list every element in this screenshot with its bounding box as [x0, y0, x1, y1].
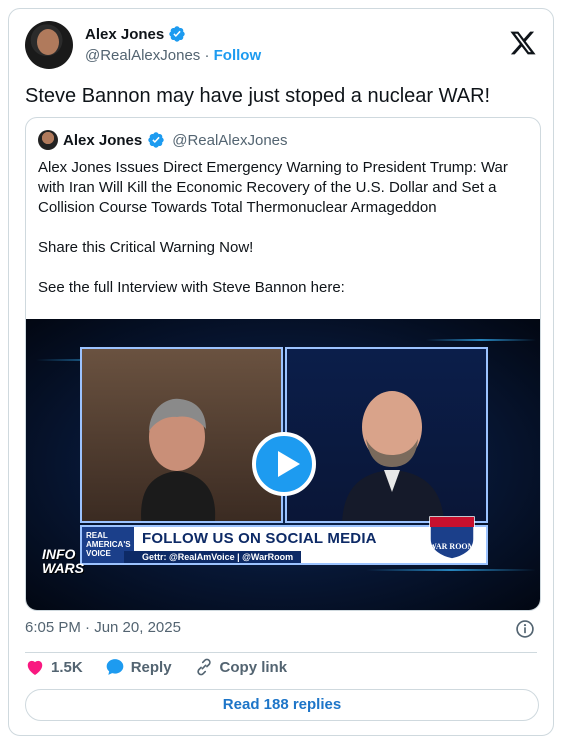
author-name[interactable]: Alex Jones: [85, 26, 164, 43]
x-logo-icon[interactable]: [509, 29, 537, 57]
embedded-tweet: Alex Jones @RealAlexJones · Follow Steve…: [8, 8, 554, 736]
author-name-row: Alex Jones: [85, 25, 186, 43]
war-room-logo-text: WAR ROOM: [429, 542, 476, 551]
read-replies-button[interactable]: Read 188 replies: [25, 689, 539, 721]
like-button[interactable]: 1.5K: [25, 657, 83, 677]
separator-dot: ·: [204, 47, 210, 64]
video-panel-left: [80, 347, 283, 523]
quoted-avatar: [38, 130, 58, 150]
author-handle-row: @RealAlexJones · Follow: [85, 47, 261, 64]
infowars-logo: INFO WARS: [42, 546, 84, 576]
tweet-text: Steve Bannon may have just stoped a nucl…: [25, 85, 491, 107]
reply-button[interactable]: Reply: [105, 657, 172, 677]
link-icon: [196, 658, 211, 676]
verified-badge-icon: [169, 26, 185, 42]
ticker-title: FOLLOW US ON SOCIAL MEDIA: [142, 530, 377, 547]
reply-label: Reply: [130, 658, 172, 676]
verified-badge-icon: [148, 132, 164, 148]
quoted-paragraph: Alex Jones Issues Direct Emergency Warni…: [38, 159, 508, 216]
reply-icon: [106, 659, 124, 675]
quoted-author-handle: @RealAlexJones: [172, 131, 288, 149]
avatar[interactable]: [25, 21, 73, 69]
quoted-tweet-text: Alex Jones Issues Direct Emergency Warni…: [38, 158, 528, 298]
quoted-paragraph: Share this Critical Warning Now!: [38, 239, 254, 256]
heart-icon: [27, 660, 43, 675]
tweet-actions: 1.5K Reply Copy link: [25, 657, 287, 677]
person-silhouette: [141, 398, 216, 521]
quoted-author-name: Alex Jones: [63, 131, 143, 149]
like-count: 1.5K: [51, 658, 83, 676]
video-panel-right: [285, 347, 488, 523]
copy-link-button[interactable]: Copy link: [194, 657, 288, 677]
author-handle[interactable]: @RealAlexJones: [85, 47, 200, 64]
light-streak: [426, 339, 536, 341]
war-room-logo: WAR ROOM: [429, 516, 476, 560]
quoted-tweet-header: Alex Jones @RealAlexJones: [38, 130, 288, 150]
play-button[interactable]: [252, 432, 316, 496]
video-thumbnail[interactable]: REAL AMERICA'S VOICE FOLLOW US ON SOCIAL…: [26, 319, 540, 610]
timestamp[interactable]: 6:05 PM · Jun 20, 2025: [25, 619, 181, 636]
person-silhouette: [342, 391, 444, 521]
ticker-subtitle: Gettr: @RealAmVoice | @WarRoom: [124, 551, 302, 563]
copy-link-label: Copy link: [219, 658, 288, 676]
tweet-header: Alex Jones @RealAlexJones · Follow: [25, 21, 537, 69]
quoted-paragraph: See the full Interview with Steve Bannon…: [38, 279, 345, 296]
divider: [25, 652, 537, 653]
light-streak: [366, 569, 536, 571]
quoted-tweet[interactable]: Alex Jones @RealAlexJones Alex Jones Iss…: [25, 117, 541, 611]
info-icon[interactable]: [515, 619, 535, 639]
video-ticker: REAL AMERICA'S VOICE FOLLOW US ON SOCIAL…: [80, 516, 488, 565]
follow-button[interactable]: Follow: [214, 47, 262, 64]
